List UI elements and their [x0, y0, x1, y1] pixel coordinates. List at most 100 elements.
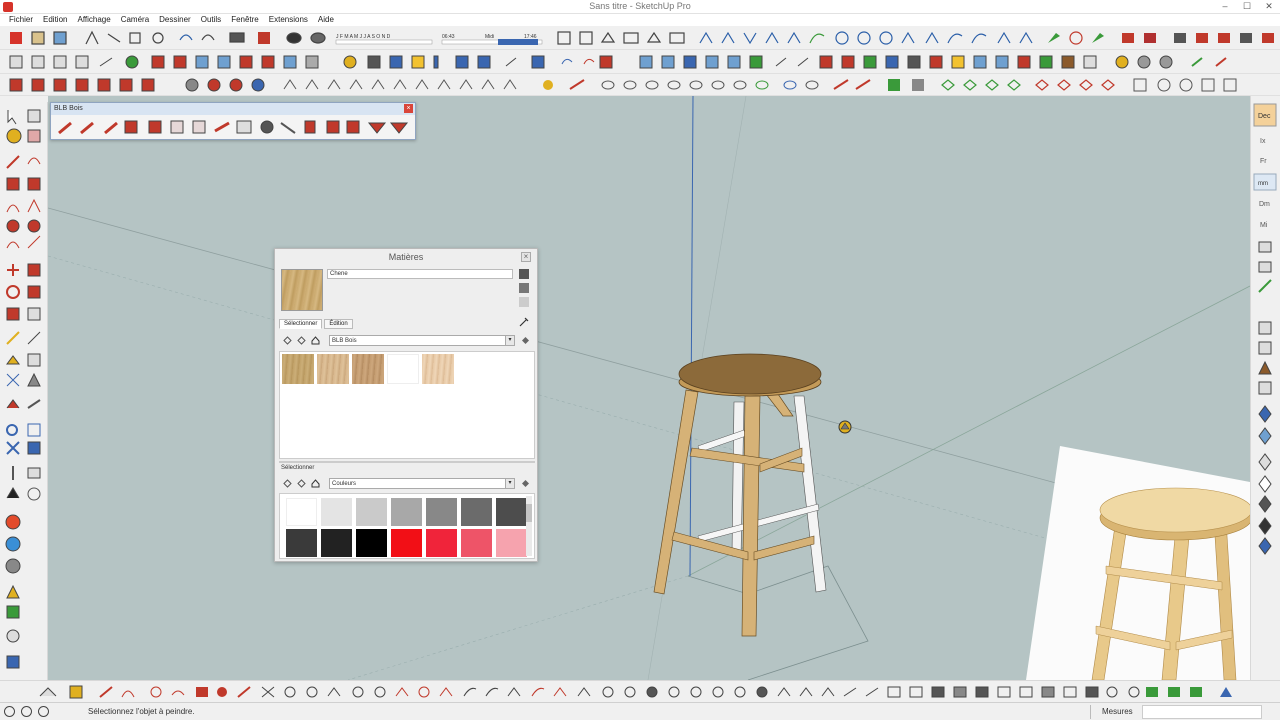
ruby-blue-icon: [5, 536, 21, 552]
status-message: Sélectionnez l'objet à peindre.: [88, 707, 195, 716]
chevron-down-icon[interactable]: ▾: [505, 336, 514, 345]
menu-extensions[interactable]: Extensions: [264, 14, 313, 26]
tab-select[interactable]: Sélectionner: [279, 319, 323, 329]
wood-swatch-4[interactable]: [387, 354, 419, 384]
component-icon: [6, 629, 20, 643]
menu-fenetre[interactable]: Fenêtre: [226, 14, 264, 26]
left-toolbar: [0, 102, 48, 680]
stool-seat-top: [678, 353, 822, 395]
color-swatch[interactable]: [496, 529, 527, 557]
color-swatch[interactable]: [356, 529, 387, 557]
move-icon: [7, 264, 19, 276]
colors-library-select[interactable]: Couleurs ▾: [329, 478, 515, 489]
forward-arrow-icon[interactable]: [297, 336, 306, 345]
toolbar-row-1-icons[interactable]: J F M A M J J A S O N D 06:43 Midi 17:46: [0, 26, 1280, 50]
menu-edition[interactable]: Edition: [38, 14, 72, 26]
close-window-button[interactable]: ✕: [1258, 0, 1280, 14]
color-swatch[interactable]: [391, 498, 422, 526]
menu-affichage[interactable]: Affichage: [72, 14, 115, 26]
left-toolbar-icons[interactable]: [0, 102, 48, 680]
minimize-button[interactable]: –: [1214, 0, 1236, 14]
stool-model: [653, 353, 827, 637]
menu-camera[interactable]: Caméra: [116, 14, 154, 26]
menu-outils[interactable]: Outils: [196, 14, 226, 26]
home-icon[interactable]: [311, 336, 320, 345]
wood-swatch-1[interactable]: [282, 354, 314, 384]
wood-swatch-3[interactable]: [352, 354, 384, 384]
bottom-toolbar-icons[interactable]: [0, 681, 1280, 703]
stool-side-rung-bottom: [753, 535, 815, 561]
arc3-icon: [27, 235, 41, 249]
toolbar-row-3-icons[interactable]: [0, 74, 1280, 96]
help-icon[interactable]: [38, 706, 49, 717]
materials-close-button[interactable]: ×: [521, 252, 531, 262]
color-swatch[interactable]: [321, 529, 352, 557]
materials-header[interactable]: Matières ×: [275, 249, 537, 265]
color-swatch[interactable]: [321, 498, 352, 526]
right-toolbar-icons[interactable]: Dec Ix Fr mm Dm Mi: [1251, 96, 1280, 680]
color-swatch[interactable]: [286, 529, 317, 557]
paint-bucket-icon: [6, 128, 22, 144]
details-arrow-icon[interactable]: [521, 336, 530, 345]
window-controls: – ☐ ✕: [1214, 0, 1280, 14]
section2-title: Sélectionner: [281, 465, 315, 471]
color-swatch[interactable]: [426, 529, 457, 557]
sandbox-icon: [6, 584, 20, 599]
color-swatch[interactable]: [286, 498, 317, 526]
forward-arrow-icon[interactable]: [297, 479, 306, 488]
rotated-rectangle-icon: [27, 177, 41, 191]
3d-text-icon: [27, 372, 41, 387]
color-swatch[interactable]: [461, 529, 492, 557]
location-icon: [6, 605, 20, 619]
menu-dessiner[interactable]: Dessiner: [154, 14, 196, 26]
maximize-button[interactable]: ☐: [1236, 0, 1258, 14]
ruby-red-icon: [5, 514, 21, 530]
scale-icon: [6, 307, 20, 321]
color-swatch[interactable]: [426, 498, 457, 526]
scrollbar-thumb[interactable]: [526, 504, 532, 522]
color-swatch[interactable]: [391, 529, 422, 557]
details-arrow-icon[interactable]: [521, 479, 530, 488]
rotate-icon: [6, 285, 20, 299]
toolbar-row-2: [0, 50, 1280, 74]
blb-toolbar-icons[interactable]: [51, 115, 415, 139]
3d-viewport[interactable]: [48, 96, 1250, 680]
shadow-time-start: 06:43: [442, 34, 455, 40]
materials-panel: Matières × Chene Sélectionner Édition BL…: [274, 248, 538, 562]
geolocation-icon[interactable]: [4, 706, 15, 717]
panel-divider[interactable]: [279, 461, 535, 463]
menu-fichier[interactable]: Fichier: [4, 14, 38, 26]
svg-text:Ix: Ix: [1260, 138, 1266, 145]
back-arrow-icon[interactable]: [283, 336, 292, 345]
eraser-icon: [27, 109, 41, 123]
chevron-down-icon[interactable]: ▾: [505, 479, 514, 488]
display-secondary-browser-icon[interactable]: [519, 269, 529, 279]
toolbar-row-2-icons[interactable]: [0, 50, 1280, 74]
wood-swatch-5[interactable]: [422, 354, 454, 384]
text-icon: [27, 353, 41, 367]
sample-paint-icon[interactable]: [519, 317, 529, 327]
measurements-label: Mesures: [1102, 707, 1133, 716]
svg-text:Fr: Fr: [1260, 158, 1267, 165]
pie-icon: [27, 198, 41, 213]
color-swatch[interactable]: [356, 498, 387, 526]
blb-toolbar-close-button[interactable]: ×: [404, 104, 413, 113]
colors-scrollbar[interactable]: [526, 496, 532, 556]
home-icon[interactable]: [311, 479, 320, 488]
back-arrow-icon[interactable]: [283, 479, 292, 488]
wood-swatch-2[interactable]: [317, 354, 349, 384]
menu-aide[interactable]: Aide: [313, 14, 339, 26]
blb-toolbar-header[interactable]: BLB Bois ×: [51, 103, 415, 115]
color-swatch[interactable]: [461, 498, 492, 526]
window-title: Sans titre - SketchUp Pro: [589, 1, 691, 11]
library-select[interactable]: BLB Bois ▾: [329, 335, 515, 346]
material-name-field[interactable]: Chene: [327, 269, 513, 279]
svg-text:Mi: Mi: [1260, 222, 1268, 229]
tab-edit[interactable]: Édition: [324, 319, 353, 329]
default-material-icon[interactable]: [519, 297, 529, 307]
color-swatch[interactable]: [496, 498, 527, 526]
credits-icon[interactable]: [21, 706, 32, 717]
measurements-input[interactable]: [1142, 705, 1262, 719]
reference-photo-image: [1026, 446, 1250, 680]
create-material-icon[interactable]: [519, 283, 529, 293]
